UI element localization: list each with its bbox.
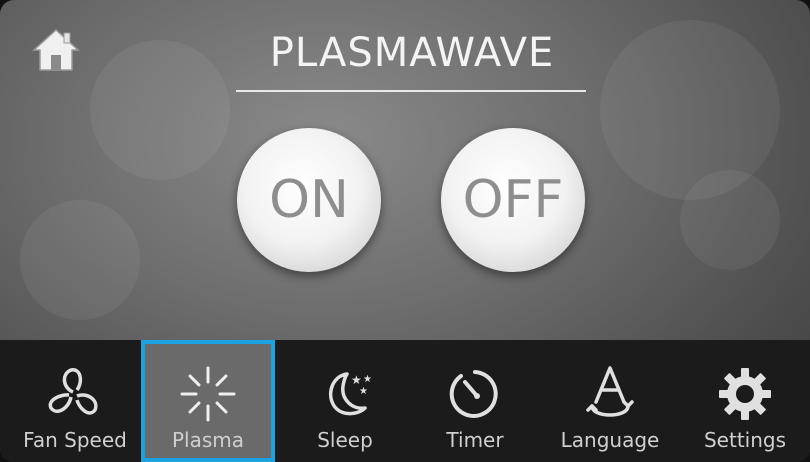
bokeh-decoration bbox=[680, 170, 780, 270]
nav-label: Language bbox=[560, 428, 660, 452]
bokeh-decoration bbox=[600, 20, 780, 200]
title-underline bbox=[236, 90, 586, 92]
nav-item-timer[interactable]: Timer bbox=[410, 340, 540, 462]
home-button[interactable] bbox=[30, 24, 82, 76]
language-icon bbox=[586, 366, 634, 417]
bokeh-decoration bbox=[20, 200, 140, 320]
bokeh-decoration bbox=[90, 40, 230, 180]
off-button[interactable]: OFF bbox=[441, 128, 585, 272]
gear-icon bbox=[719, 368, 771, 420]
home-icon bbox=[32, 28, 80, 71]
moon-stars-icon: ★ ★ ★ bbox=[328, 372, 372, 416]
svg-text:★: ★ bbox=[351, 373, 362, 387]
plasma-icon bbox=[180, 366, 236, 422]
on-button[interactable]: ON bbox=[237, 128, 381, 272]
page-title: PLASMAWAVE bbox=[269, 30, 555, 76]
timer-icon bbox=[449, 370, 498, 418]
nav-label: Timer bbox=[446, 428, 504, 452]
bottom-nav-bar: Fan Speed Plasma ★ ★ ★ Sleep Timer Langu… bbox=[0, 340, 810, 462]
svg-text:★: ★ bbox=[359, 386, 368, 397]
nav-item-sleep[interactable]: ★ ★ ★ Sleep bbox=[280, 340, 410, 462]
nav-item-fan-speed[interactable]: Fan Speed bbox=[10, 340, 140, 462]
nav-item-settings[interactable]: Settings bbox=[680, 340, 810, 462]
nav-label: Fan Speed bbox=[23, 428, 127, 452]
device-screen: PLASMAWAVE ON OFF Fan Speed Plasma ★ ★ ★… bbox=[0, 0, 810, 462]
nav-item-language[interactable]: Language bbox=[545, 340, 675, 462]
nav-label: Sleep bbox=[317, 428, 373, 452]
svg-text:★: ★ bbox=[363, 374, 372, 385]
nav-label: Plasma bbox=[171, 428, 245, 452]
nav-label: Settings bbox=[703, 428, 787, 452]
nav-item-plasma[interactable]: Plasma bbox=[141, 340, 275, 462]
fan-icon bbox=[48, 368, 98, 415]
